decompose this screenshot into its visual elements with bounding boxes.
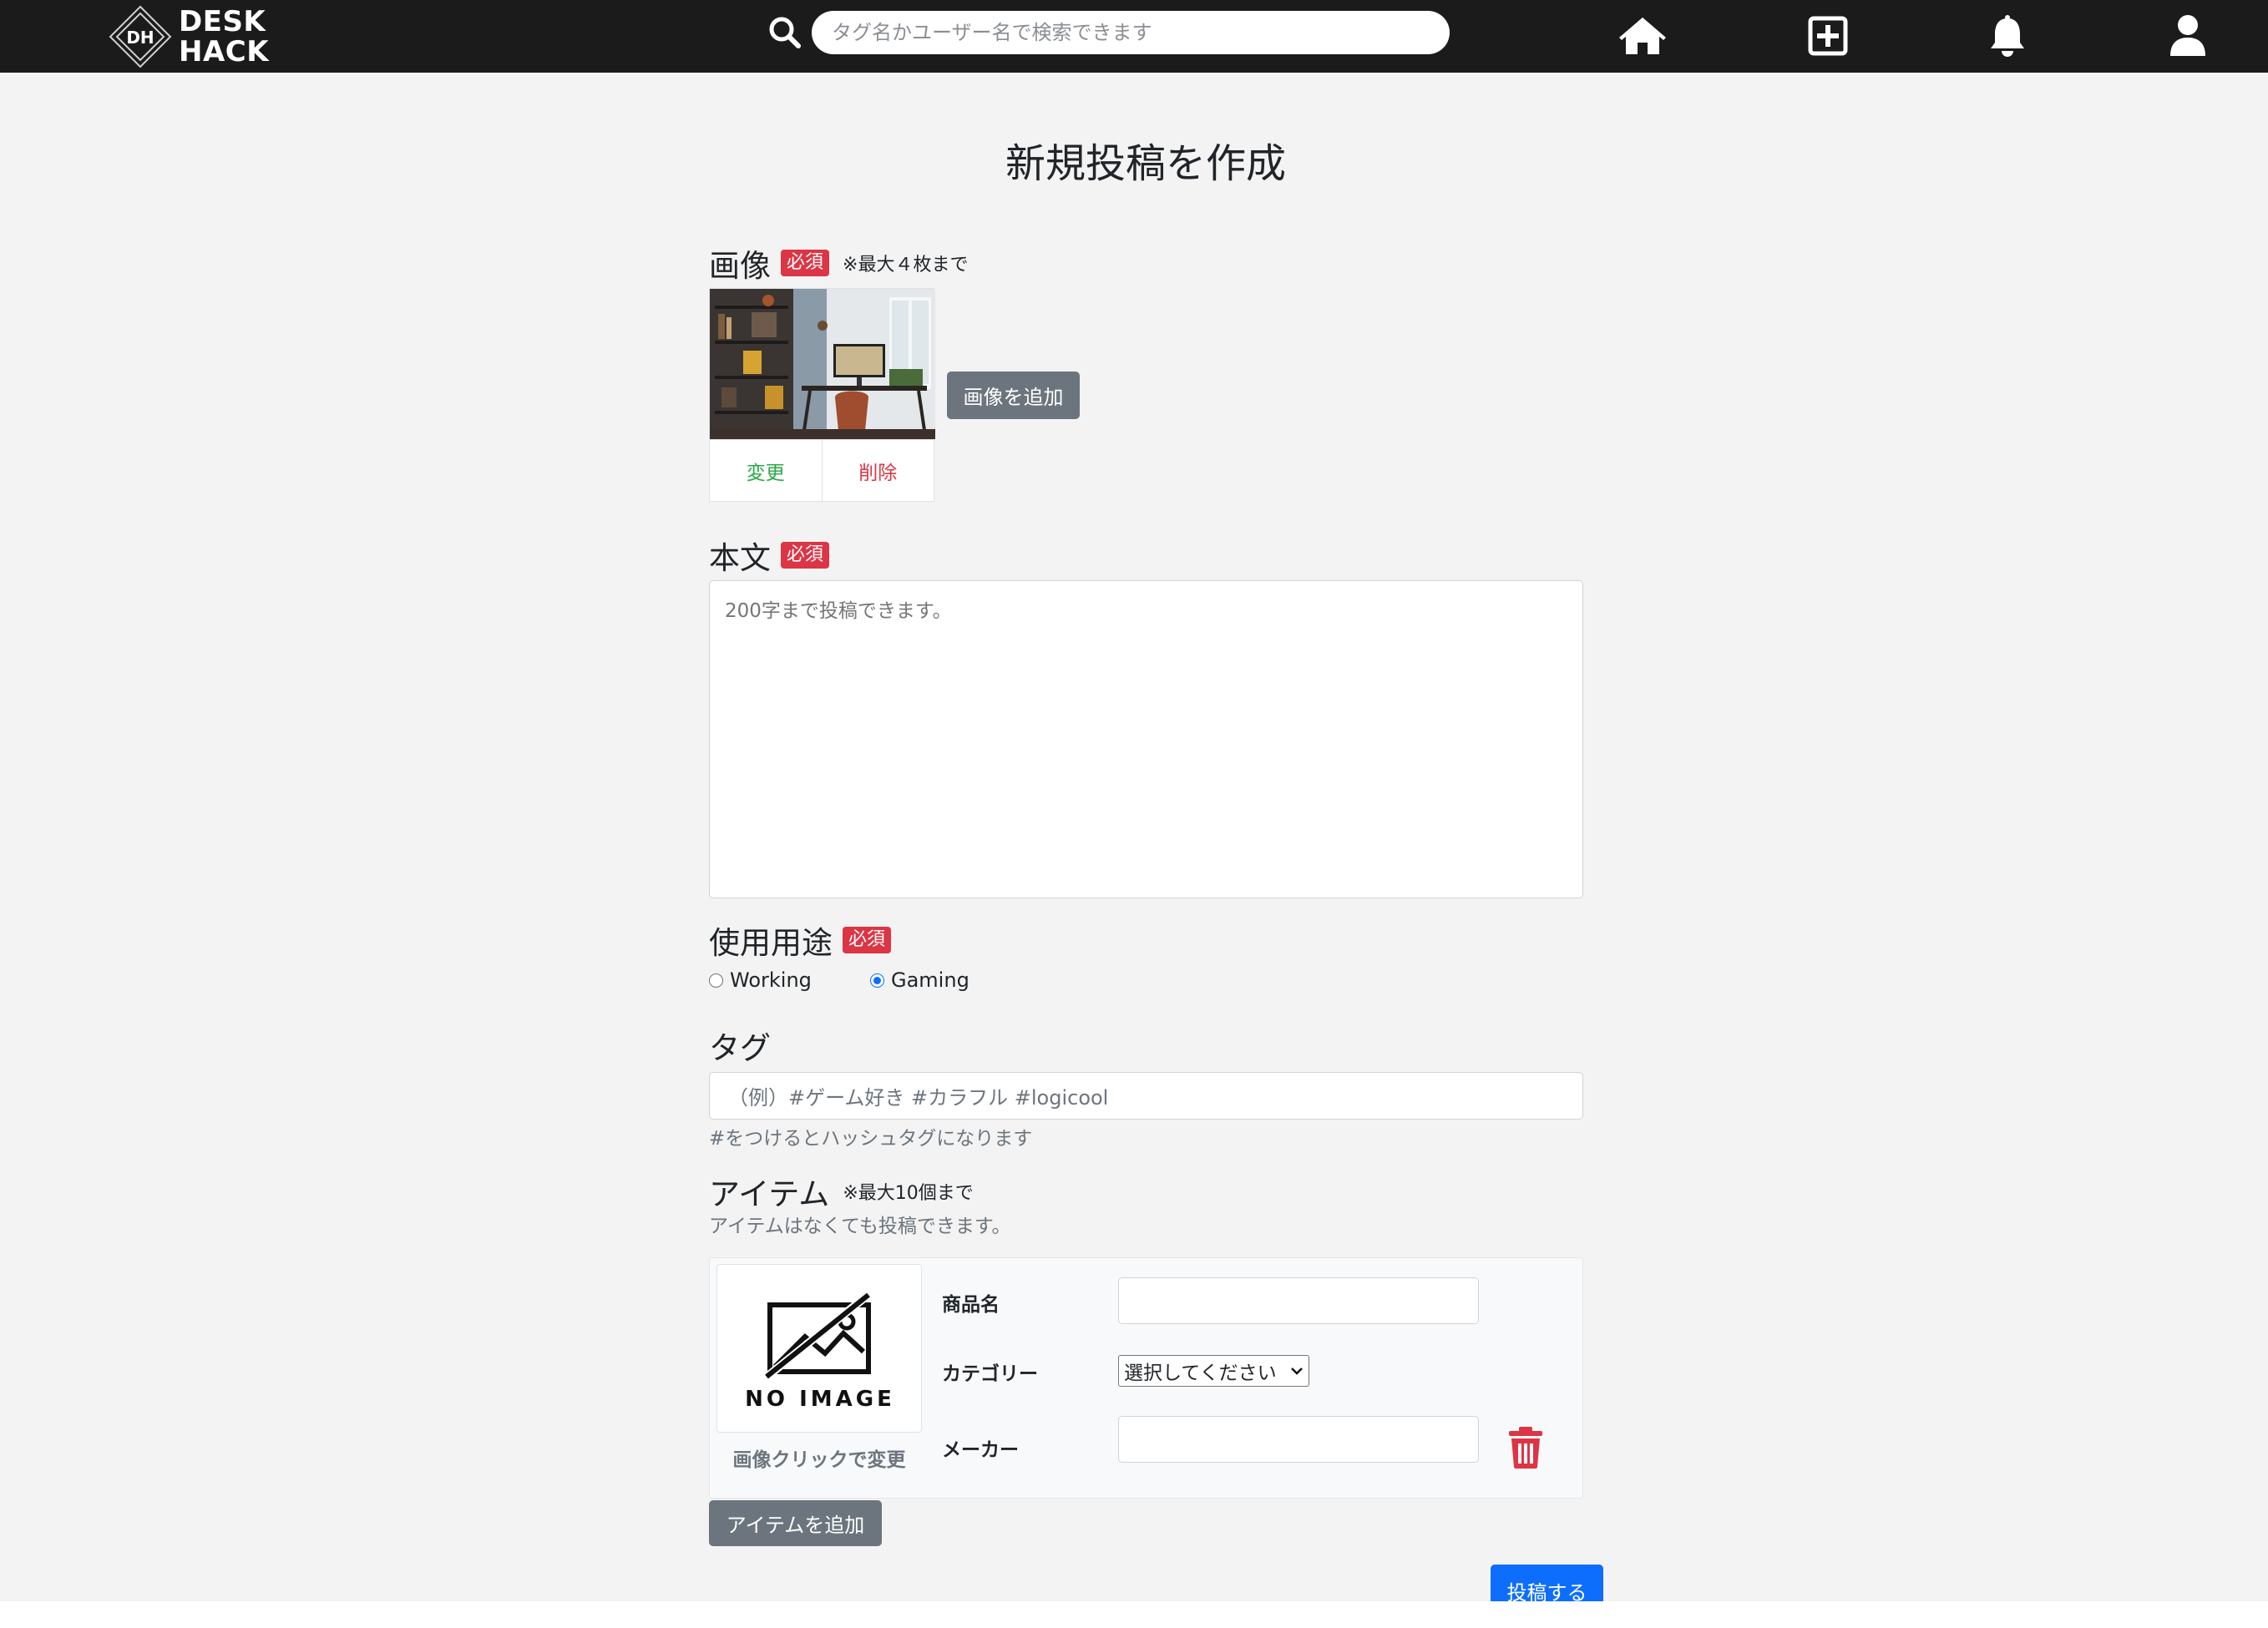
search-icon[interactable]: [767, 14, 803, 51]
add-image-button[interactable]: 画像を追加: [947, 372, 1080, 419]
submit-button[interactable]: 投稿する: [1491, 1565, 1603, 1601]
site-logo[interactable]: DH DESK HACK: [107, 0, 269, 73]
no-image-text: NO IMAGE: [745, 1387, 895, 1412]
product-name-input[interactable]: [1118, 1277, 1479, 1324]
item-label-text: アイテム: [709, 1176, 830, 1212]
tag-input-placeholder: （例）#ゲーム好き #カラフル #logicool: [728, 1086, 1109, 1110]
maker-label: メーカー: [942, 1439, 1019, 1461]
add-item-button[interactable]: アイテムを追加: [709, 1500, 882, 1546]
search-input[interactable]: [812, 11, 1450, 54]
change-image-button[interactable]: 変更: [710, 440, 823, 502]
logo-diamond-icon: DH: [107, 3, 174, 70]
thumbnail-actions: 変更 削除: [710, 439, 934, 502]
search-bar: [767, 10, 1450, 55]
item-image[interactable]: NO IMAGE: [716, 1264, 922, 1433]
tag-help-text: #をつけるとハッシュタグになります: [709, 1128, 1033, 1150]
category-label: カテゴリー: [942, 1363, 1038, 1385]
maker-input[interactable]: [1118, 1416, 1479, 1463]
usage-section-label: 使用用途 必須: [709, 918, 892, 963]
user-icon[interactable]: [2163, 11, 2213, 61]
image-limit-note: ※最大４枚まで: [843, 255, 969, 276]
body-textarea[interactable]: [709, 580, 1583, 898]
category-select[interactable]: 選択してください: [1118, 1355, 1309, 1387]
bell-icon[interactable]: [1982, 11, 2033, 61]
no-image-icon: [763, 1290, 873, 1382]
required-badge: 必須: [781, 250, 830, 276]
required-badge: 必須: [781, 542, 830, 569]
required-badge: 必須: [843, 927, 892, 953]
radio-gaming[interactable]: [870, 973, 884, 988]
radio-working[interactable]: [709, 973, 723, 988]
tag-label-text: タグ: [709, 1030, 771, 1066]
body-section-label: 本文 必須: [709, 533, 830, 578]
home-icon[interactable]: [1617, 11, 1668, 61]
trash-icon[interactable]: [1507, 1427, 1544, 1469]
item-limit-note: ※最大10個まで: [843, 1183, 974, 1204]
item-card: NO IMAGE 画像クリックで変更 商品名 カテゴリー 選択してください メー…: [709, 1257, 1583, 1499]
delete-image-button[interactable]: 削除: [823, 440, 934, 502]
tag-section-label: タグ: [709, 1023, 771, 1068]
radio-gaming-label: Gaming: [891, 968, 969, 992]
item-section-label: アイテム ※最大10個まで: [709, 1169, 974, 1214]
item-help-text: アイテムはなくても投稿できます。: [709, 1216, 1011, 1237]
top-navbar: DH DESK HACK: [0, 0, 2268, 73]
page-bottom-edge: [0, 1601, 2268, 1628]
image-label-text: 画像: [709, 248, 771, 284]
chevron-down-icon: [1291, 1368, 1303, 1375]
image-thumbnail-card: 変更 削除: [709, 288, 935, 502]
desk-photo: [710, 289, 935, 439]
category-selected-value: 選択してください: [1124, 1363, 1277, 1384]
plus-square-icon[interactable]: [1803, 11, 1853, 61]
body-label-text: 本文: [709, 540, 771, 576]
page-title: 新規投稿を作成: [1005, 140, 1286, 187]
usage-option-working[interactable]: Working: [709, 968, 812, 992]
product-name-label: 商品名: [942, 1294, 1000, 1316]
logo-line-2: HACK: [179, 34, 270, 68]
logo-line-1: DESK: [179, 4, 266, 38]
radio-working-label: Working: [730, 968, 812, 992]
logo-mark-text: DH: [126, 28, 154, 48]
logo-wordmark: DESK HACK: [179, 7, 269, 67]
item-image-caption: 画像クリックで変更: [732, 1449, 906, 1471]
usage-label-text: 使用用途: [709, 925, 833, 961]
usage-option-gaming[interactable]: Gaming: [870, 968, 969, 992]
tag-input[interactable]: （例）#ゲーム好き #カラフル #logicool: [709, 1072, 1583, 1120]
image-section-label: 画像 必須 ※最大４枚まで: [709, 240, 968, 286]
